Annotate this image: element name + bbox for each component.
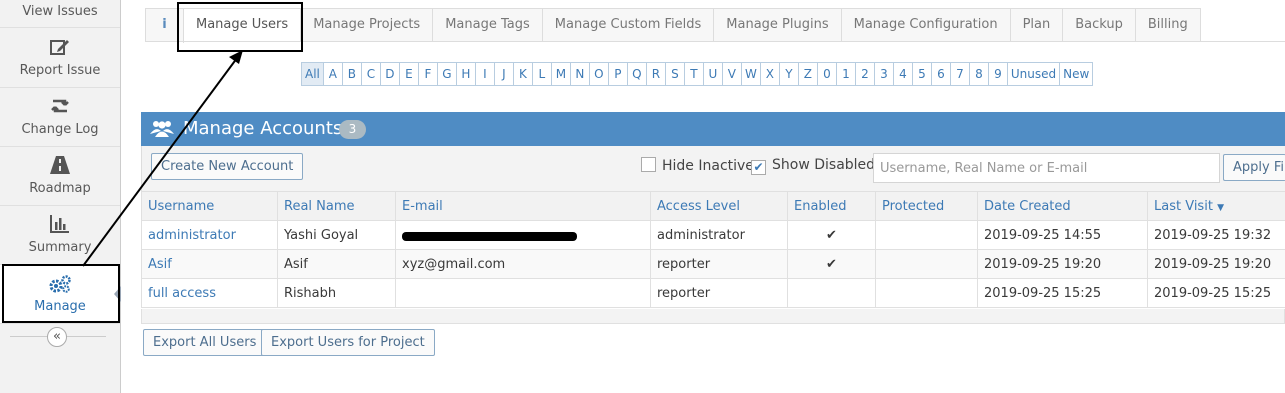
annotation-arrow [82,50,243,267]
